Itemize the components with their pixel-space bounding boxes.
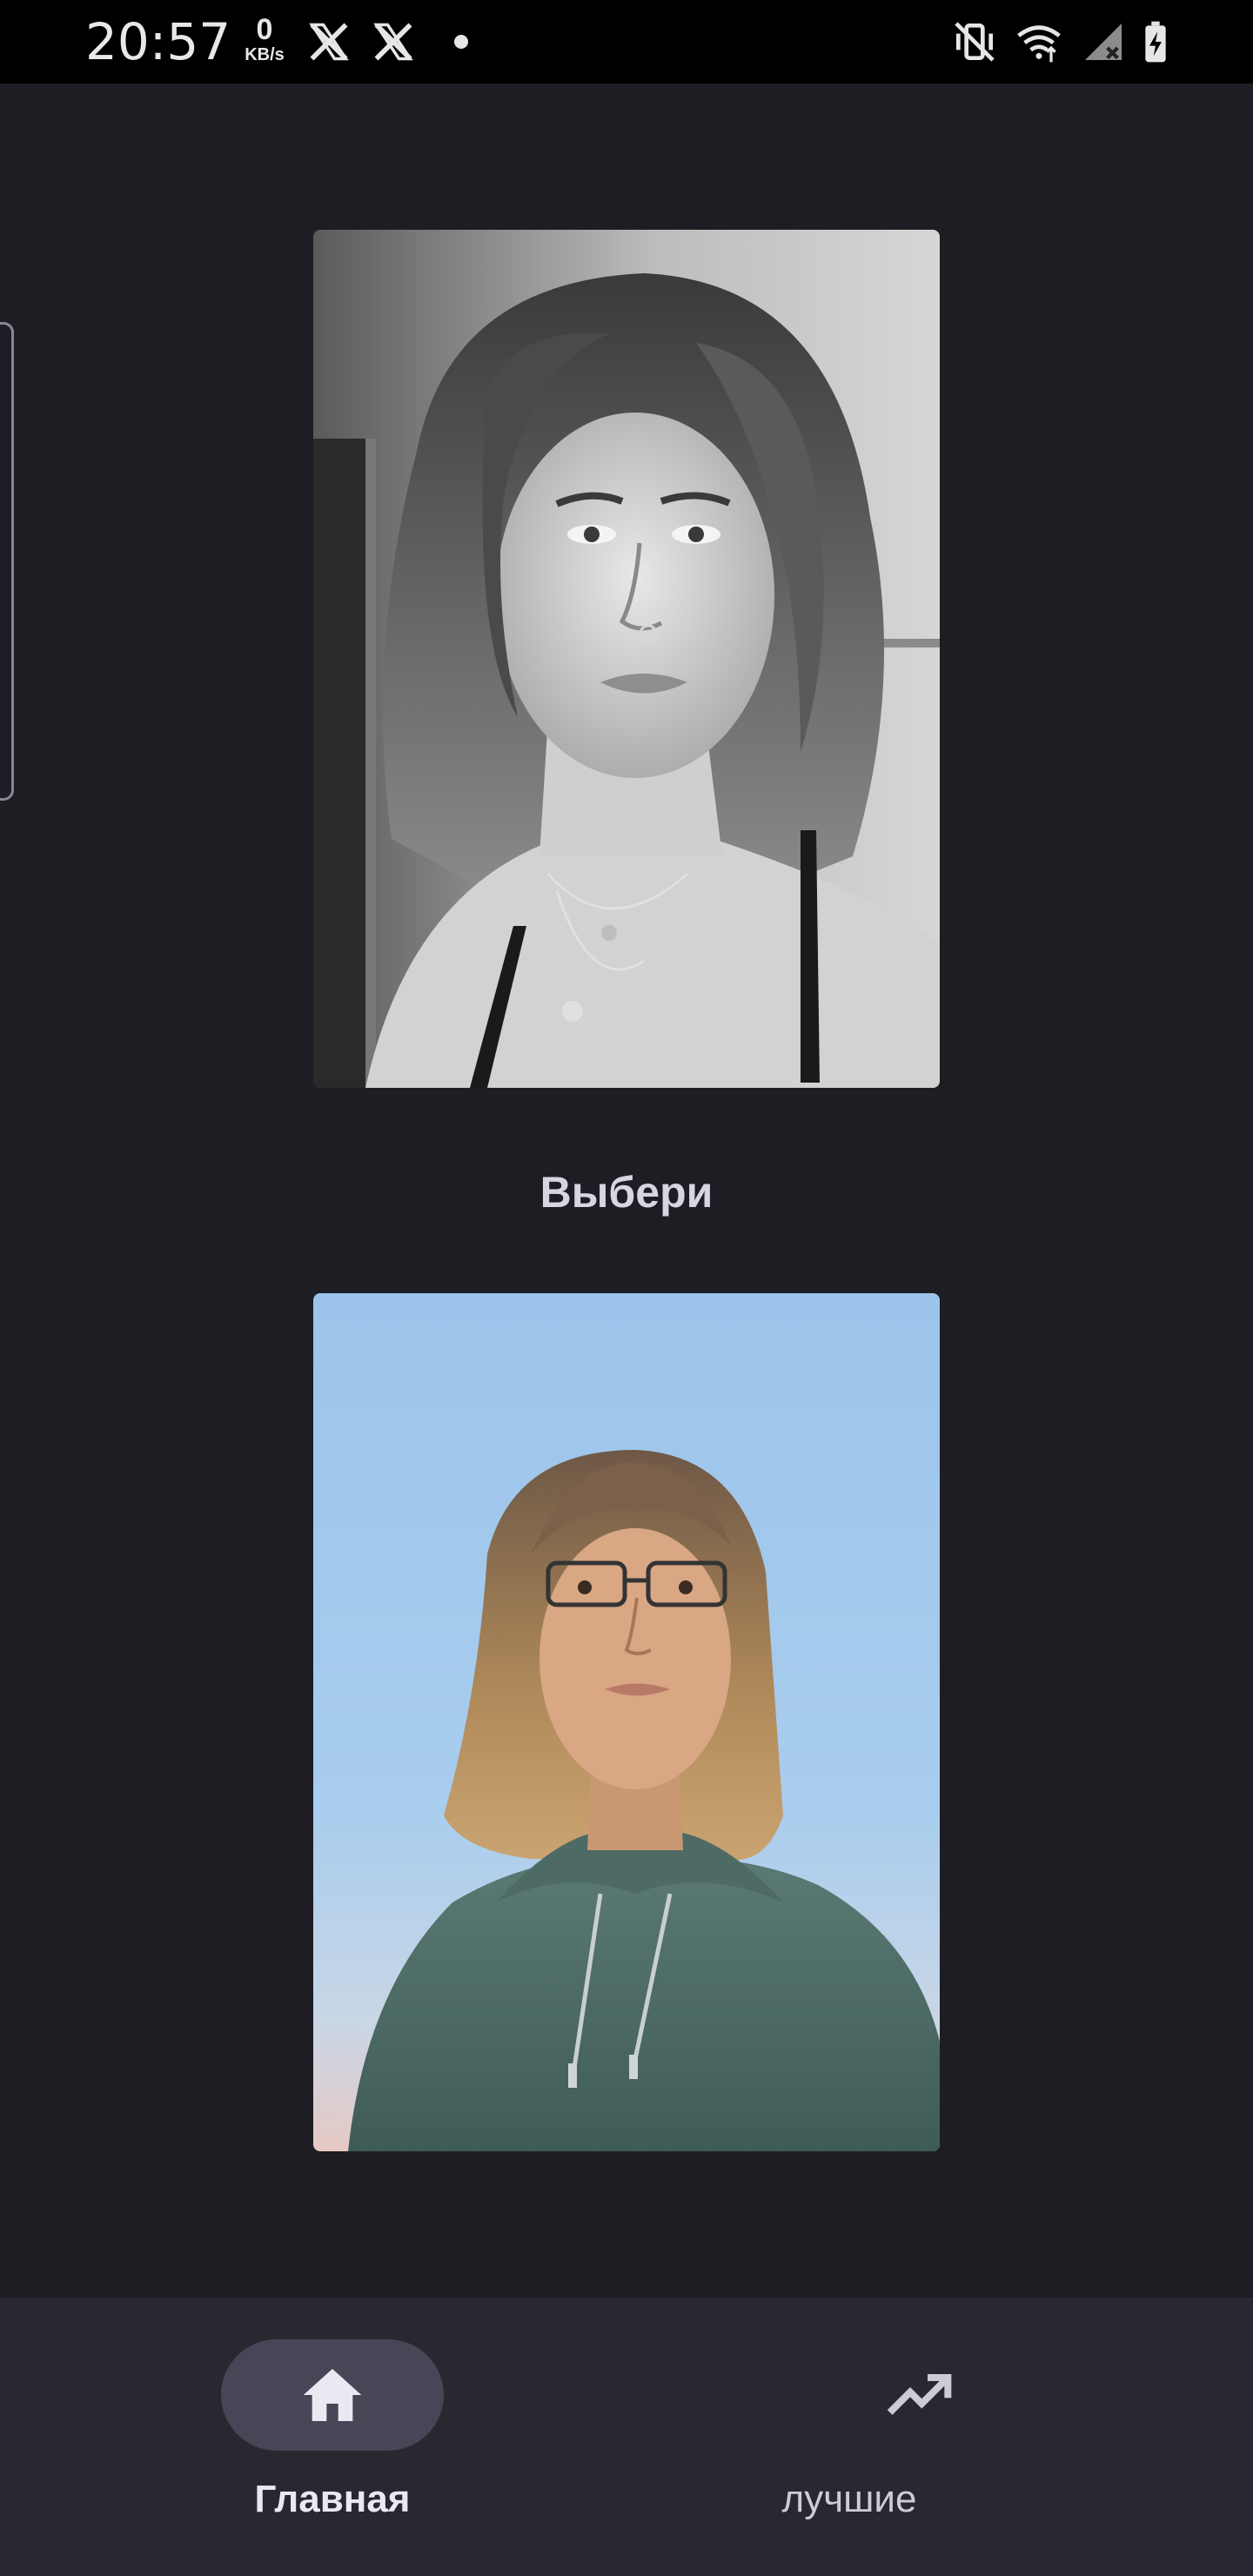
nav-item-home[interactable]: Главная — [0, 2298, 626, 2576]
network-speed-value: 0 — [256, 13, 273, 46]
status-bar: 20:57 0 KB/s — [0, 0, 1253, 84]
x-icon — [309, 23, 349, 61]
app-screen: 20:57 0 KB/s Выбери Главная лучшие — [0, 0, 1253, 2576]
portrait-photo-bw — [313, 230, 940, 1088]
nav-label-best: лучшие — [781, 2478, 917, 2520]
network-speed-unit: KB/s — [245, 45, 285, 64]
wifi-icon — [1017, 25, 1061, 63]
network-speed: 0 KB/s — [237, 14, 292, 64]
dot-icon — [454, 35, 468, 49]
home-icon — [303, 2369, 362, 2421]
status-time: 20:57 — [85, 12, 231, 71]
bottom-navigation: Главная лучшие — [0, 2298, 1253, 2576]
choose-title: Выбери — [539, 1168, 714, 1217]
side-panel-handle[interactable] — [0, 322, 14, 801]
portrait-photo-color — [313, 1293, 940, 2151]
vibrate-mute-icon — [955, 22, 995, 62]
nav-item-best[interactable]: лучшие — [626, 2298, 1253, 2576]
signal-icon — [1085, 23, 1122, 60]
x-icon — [373, 23, 413, 61]
photo-option-bottom[interactable] — [313, 1293, 940, 2151]
battery-charging-icon — [1145, 21, 1166, 63]
photo-option-top[interactable] — [313, 230, 940, 1088]
trending-up-icon — [887, 2374, 952, 2415]
